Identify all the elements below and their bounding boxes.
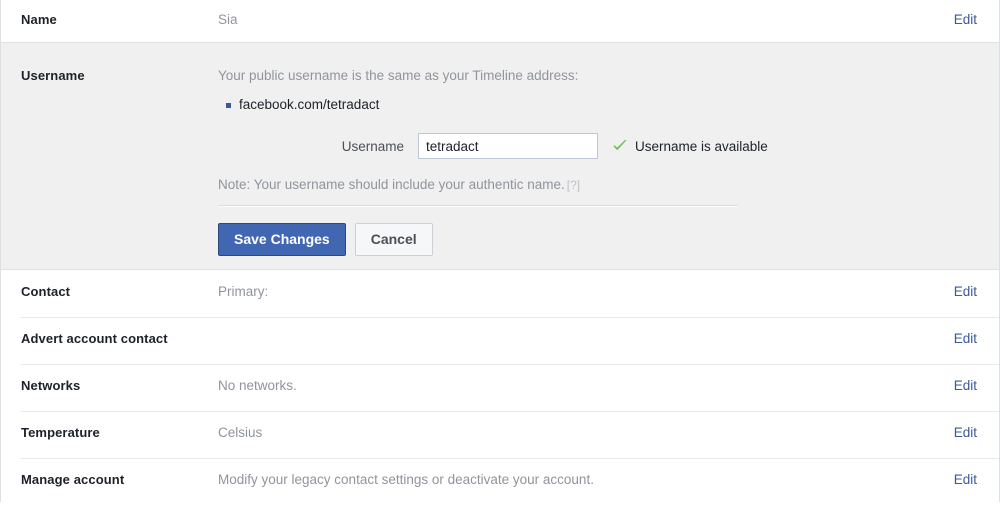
row-value-advert-account-contact: [218, 317, 919, 331]
row-label-contact: Contact: [21, 284, 71, 299]
form-divider: [218, 205, 738, 207]
edit-cell-advert-account-contact: Edit: [919, 317, 999, 346]
edit-link-manage-account[interactable]: Edit: [954, 472, 977, 487]
settings-row-contact: Contact Primary: Edit: [1, 270, 999, 317]
settings-row-username: Username Your public username is the sam…: [1, 42, 999, 270]
username-note-text: Note: Your username should include your …: [218, 177, 565, 192]
username-field-row: Username Username is available: [218, 133, 909, 159]
green-check-icon: [612, 138, 628, 154]
row-value-manage-account: Modify your legacy contact settings or d…: [218, 472, 594, 487]
row-label-manage-account: Manage account: [21, 472, 125, 487]
username-availability-text: Username is available: [635, 138, 768, 154]
settings-row-advert-account-contact: Advert account contact Edit: [1, 317, 999, 364]
row-value-networks: No networks.: [218, 378, 297, 393]
edit-link-advert-account-contact[interactable]: Edit: [954, 331, 977, 346]
settings-row-temperature: Temperature Celsius Edit: [1, 411, 999, 458]
list-item: facebook.com/tetradact: [218, 96, 909, 114]
username-availability-status: Username is available: [612, 138, 768, 154]
username-edit-panel: Your public username is the same as your…: [218, 43, 919, 256]
row-divider: [20, 458, 999, 459]
edit-link-temperature[interactable]: Edit: [954, 425, 977, 440]
edit-link-networks[interactable]: Edit: [954, 378, 977, 393]
bullet-square-icon: [226, 103, 231, 108]
row-label-advert-account-contact: Advert account contact: [21, 331, 168, 346]
row-divider: [20, 364, 999, 365]
row-value-contact: Primary:: [218, 284, 269, 299]
row-label-networks: Networks: [21, 378, 81, 393]
settings-row-networks: Networks No networks. Edit: [1, 364, 999, 411]
username-intro-text: Your public username is the same as your…: [218, 68, 579, 83]
settings-row-manage-account: Manage account Modify your legacy contac…: [1, 458, 999, 505]
cancel-button[interactable]: Cancel: [354, 223, 433, 256]
username-form-buttons: Save Changes Cancel: [218, 223, 909, 256]
edit-cell-temperature: Edit: [919, 411, 999, 440]
username-note: Note: Your username should include your …: [218, 177, 909, 192]
edit-cell-networks: Edit: [919, 364, 999, 393]
edit-link-contact[interactable]: Edit: [954, 284, 977, 299]
row-label-temperature: Temperature: [21, 425, 100, 440]
row-value-temperature: Celsius: [218, 425, 263, 440]
row-label-name: Name: [21, 12, 57, 27]
settings-row-name: Name Sia Edit: [1, 0, 999, 42]
edit-cell-name: Edit: [919, 0, 999, 27]
save-changes-button[interactable]: Save Changes: [218, 223, 346, 256]
row-label-username: Username: [21, 68, 85, 83]
username-input[interactable]: [418, 133, 598, 159]
account-settings-table: Name Sia Edit Username Your public usern…: [0, 0, 1000, 505]
edit-cell-contact: Edit: [919, 270, 999, 299]
edit-cell-manage-account: Edit: [919, 458, 999, 487]
timeline-url-text: facebook.com/tetradact: [239, 97, 380, 112]
help-question-icon[interactable]: [?]: [567, 178, 580, 192]
username-field-label: Username: [341, 138, 404, 154]
timeline-address-list: facebook.com/tetradact: [218, 96, 909, 114]
edit-link-name[interactable]: Edit: [954, 12, 977, 27]
row-divider: [20, 411, 999, 412]
row-value-name: Sia: [218, 12, 238, 27]
row-divider: [20, 317, 999, 318]
